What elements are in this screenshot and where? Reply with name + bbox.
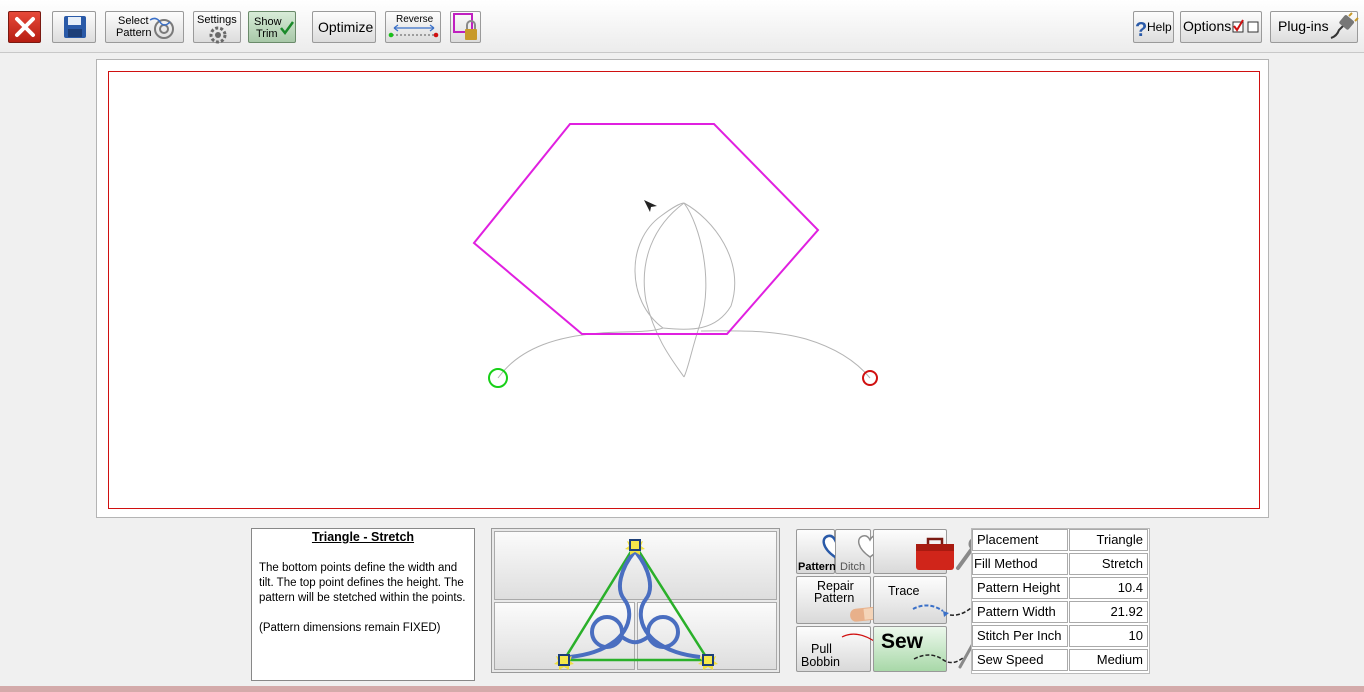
- corner-handles: [554, 539, 718, 670]
- description-body: The bottom points define the width and t…: [259, 562, 466, 604]
- settings-value[interactable]: 21.92: [1069, 601, 1148, 623]
- canvas-drawing: [108, 71, 1260, 509]
- reverse-button[interactable]: Reverse: [385, 11, 441, 43]
- plug-icon: [1330, 12, 1359, 39]
- help-label: Help: [1147, 20, 1172, 34]
- settings-label: Sew Speed: [972, 649, 1068, 671]
- settings-row-placement[interactable]: Placement Triangle: [972, 529, 1149, 552]
- placement-description: Triangle - Stretch The bottom points def…: [251, 528, 475, 681]
- pull-bobbin-label-2: Bobbin: [801, 655, 840, 669]
- bottom-tab-strip: [0, 686, 1364, 692]
- settings-row-stitch-per-inch[interactable]: Stitch Per Inch 10: [972, 625, 1149, 648]
- quilt-boundary: [108, 71, 1260, 509]
- toolbar: Select Pattern Settings Show Trim Optimi…: [0, 0, 1364, 53]
- triangle-pattern-preview: [554, 539, 718, 670]
- show-trim-toggle[interactable]: Show Trim: [248, 11, 296, 43]
- ditch-mode-button[interactable]: Ditch: [835, 529, 883, 574]
- description-note: (Pattern dimensions remain FIXED): [259, 622, 441, 634]
- settings-row-pattern-width[interactable]: Pattern Width 21.92: [972, 601, 1149, 624]
- settings-row-pattern-height[interactable]: Pattern Height 10.4: [972, 577, 1149, 600]
- triangle-placement-panel[interactable]: [491, 528, 780, 673]
- settings-value[interactable]: 10: [1069, 625, 1148, 647]
- close-button[interactable]: [8, 11, 41, 43]
- svg-text:?: ?: [1135, 19, 1147, 41]
- pull-bobbin-button[interactable]: Pull Bobbin: [796, 626, 903, 672]
- checkbox-icon: [1232, 19, 1259, 33]
- settings-value[interactable]: Medium: [1069, 649, 1148, 671]
- plugins-button[interactable]: Plug-ins: [1270, 11, 1359, 43]
- pattern-mode-label: Pattern: [798, 561, 836, 573]
- description-title: Triangle - Stretch: [311, 530, 415, 544]
- toolbox-button[interactable]: [873, 529, 982, 574]
- settings-label: Placement: [972, 529, 1068, 551]
- select-pattern-button[interactable]: Select Pattern: [105, 11, 184, 43]
- lock-boundary-button[interactable]: [450, 11, 481, 43]
- ditch-mode-label: Ditch: [840, 561, 866, 573]
- settings-label: Pattern Width: [972, 601, 1068, 623]
- pattern-gear-icon: [149, 17, 174, 39]
- settings-button[interactable]: Settings: [193, 11, 241, 44]
- gear-icon: [209, 26, 227, 44]
- checkmark-icon: [280, 21, 295, 36]
- settings-row-fill-method[interactable]: Fill Method Stretch: [972, 553, 1149, 576]
- save-button[interactable]: [52, 11, 96, 43]
- floppy-disk-icon: [64, 16, 86, 38]
- settings-row-sew-speed[interactable]: Sew Speed Medium: [972, 649, 1149, 672]
- repair-pattern-button[interactable]: Repair Pattern: [796, 576, 894, 624]
- stitch-path: [497, 202, 871, 379]
- settings-label: Stitch Per Inch: [972, 625, 1068, 647]
- sew-button[interactable]: Sew: [873, 626, 982, 672]
- optimize-label: Optimize: [318, 19, 374, 35]
- close-icon: [15, 17, 35, 37]
- settings-label: Fill Method: [972, 553, 1068, 575]
- optimize-button[interactable]: Optimize: [312, 11, 376, 43]
- pattern-settings-table: Placement Triangle Fill Method Stretch P…: [971, 528, 1150, 674]
- trace-button[interactable]: Trace: [873, 576, 981, 624]
- settings-value[interactable]: 10.4: [1069, 577, 1148, 599]
- settings-value[interactable]: Stretch: [1069, 553, 1148, 575]
- reverse-arrows-icon: [388, 24, 439, 38]
- help-button[interactable]: ? Help: [1133, 11, 1174, 43]
- quilt-canvas[interactable]: [96, 59, 1269, 518]
- settings-label: Pattern Height: [972, 577, 1068, 599]
- options-button[interactable]: Options: [1180, 11, 1262, 43]
- settings-value[interactable]: Triangle: [1069, 529, 1148, 551]
- pattern-mode-button[interactable]: Pattern: [796, 529, 848, 574]
- cursor-arrow-icon: [644, 200, 657, 212]
- lock-icon: [453, 13, 477, 40]
